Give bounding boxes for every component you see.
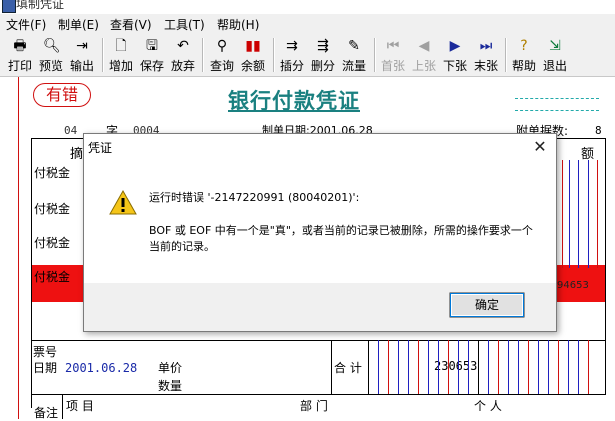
edit-icon: ✎ <box>348 38 360 54</box>
new-document-icon: 🗋 <box>115 38 127 54</box>
export-button[interactable]: ⇥ 输出 <box>67 36 97 74</box>
error-message-code: 运行时错误 '-2147220991 (80040201)': <box>149 191 360 204</box>
dialog-title-bar: 凭证 ✕ <box>84 134 556 162</box>
window-title-bar: 填制凭证 <box>0 0 615 13</box>
previous-icon: ◀ <box>418 38 430 54</box>
last-icon: ⏭ <box>479 38 493 54</box>
first-button[interactable]: ⏮ 首张 <box>378 36 408 74</box>
preview-button[interactable]: 🔍︎ 预览 <box>36 36 66 74</box>
voucher-number-prefix: 04 <box>64 124 78 137</box>
add-button[interactable]: 🗋 增加 <box>106 36 136 74</box>
date-field-label: 日期 <box>33 361 58 375</box>
total-value: 230653 <box>434 359 478 373</box>
magnifier-icon: 🔍︎ <box>43 38 61 54</box>
dash-line-2 <box>515 110 599 111</box>
export-icon: ⇥ <box>76 38 88 54</box>
ok-button[interactable]: 确定 <box>450 293 524 317</box>
menu-voucher[interactable]: 制单(E) <box>58 16 99 33</box>
row-summary-3[interactable]: 付税金 <box>34 234 70 251</box>
unit-price-label: 单价 <box>158 361 183 375</box>
project-label: 项 目 <box>66 399 94 413</box>
error-badge: 有错 <box>33 83 91 107</box>
print-button[interactable]: 🖶 打印 <box>5 36 35 74</box>
first-icon: ⏮ <box>386 38 400 54</box>
balance-button[interactable]: ▮▮ 余额 <box>238 36 268 74</box>
date-field-value[interactable]: 2001.06.28 <box>65 361 137 375</box>
previous-button[interactable]: ◀ 上张 <box>409 36 439 74</box>
row-summary-4[interactable]: 付税金 <box>34 268 70 285</box>
error-dialog: 凭证 ✕ 运行时错误 '-2147220991 (80040201)': BOF… <box>83 133 557 332</box>
app-icon <box>2 0 16 13</box>
quantity-label: 数量 <box>158 379 183 393</box>
exit-button[interactable]: ⇲ 退出 <box>540 36 570 74</box>
total-label: 合 计 <box>334 361 362 375</box>
margin-line <box>18 77 19 419</box>
row-summary-2[interactable]: 付税金 <box>34 200 70 217</box>
summary-column-header: 摘 <box>70 147 84 162</box>
last-button[interactable]: ⏭ 末张 <box>471 36 501 74</box>
dialog-title: 凭证 <box>88 141 113 155</box>
person-label: 个 人 <box>474 399 502 413</box>
next-icon: ▶ <box>449 38 461 54</box>
cash-flow-button[interactable]: ✎ 流量 <box>339 36 369 74</box>
close-icon[interactable]: ✕ <box>530 137 550 157</box>
insert-row-icon: ⇉ <box>286 38 298 54</box>
menu-tools[interactable]: 工具(T) <box>164 16 205 33</box>
error-message-text: BOF 或 EOF 中有一个是"真"，或者当前的记录已被删除，所需的操作要求一个… <box>149 224 533 253</box>
ticket-label: 票号 <box>33 345 58 359</box>
abandon-button[interactable]: ↶ 放弃 <box>168 36 198 74</box>
dash-line-1 <box>515 98 599 99</box>
attachments-value[interactable]: 8 <box>595 124 602 137</box>
insert-row-button[interactable]: ⇉ 插分 <box>277 36 307 74</box>
delete-row-button[interactable]: ⇶ 删分 <box>308 36 338 74</box>
undo-icon: ↶ <box>177 38 189 54</box>
remark-label: 备注 <box>34 406 59 420</box>
bar-chart-icon: ▮▮ <box>245 38 261 54</box>
menu-file[interactable]: 文件(F) <box>6 16 46 33</box>
exit-icon: ⇲ <box>549 38 561 54</box>
dialog-body: 运行时错误 '-2147220991 (80040201)': BOF 或 EO… <box>84 162 556 283</box>
floppy-icon: 🖫 <box>146 38 158 54</box>
voucher-title: 银行付款凭证 <box>228 88 360 113</box>
row-summary-1[interactable]: 付税金 <box>34 164 70 181</box>
help-icon: ? <box>520 38 528 54</box>
delete-row-icon: ⇶ <box>317 38 329 54</box>
menu-view[interactable]: 查看(V) <box>110 16 152 33</box>
warning-icon <box>109 190 137 215</box>
save-button[interactable]: 🖫 保存 <box>137 36 167 74</box>
next-button[interactable]: ▶ 下张 <box>440 36 470 74</box>
binoculars-icon: ⚲ <box>216 38 228 54</box>
help-button[interactable]: ? 帮助 <box>509 36 539 74</box>
dept-label: 部 门 <box>300 399 328 413</box>
query-button[interactable]: ⚲ 查询 <box>207 36 237 74</box>
printer-icon: 🖶 <box>13 38 27 54</box>
window-title: 填制凭证 <box>16 0 65 11</box>
toolbar: 🖶 打印 🔍︎ 预览 ⇥ 输出 🗋 增加 🖫 保存 ↶ 放弃 ⚲ 查询 ▮▮ 余… <box>0 34 615 77</box>
menu-bar: 文件(F) 制单(E) 查看(V) 工具(T) 帮助(H) <box>0 14 615 34</box>
row-amount-4[interactable]: 94653 <box>557 280 589 291</box>
menu-help[interactable]: 帮助(H) <box>217 16 259 33</box>
